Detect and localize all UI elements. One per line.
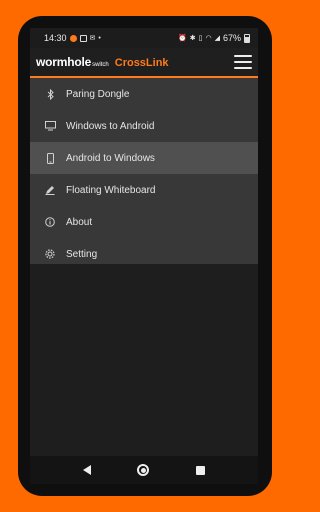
menu-item-label: Floating Whiteboard [66, 184, 156, 196]
logo-crosslink: CrossLink [114, 57, 169, 69]
menu-item-label: About [66, 216, 93, 228]
info-icon [44, 216, 56, 228]
recent-apps-icon[interactable] [195, 465, 205, 475]
bluetooth-status-icon: ✱ [189, 34, 196, 42]
app-bar: wormhole switch CrossLink [30, 48, 258, 78]
notification-app-icon [69, 34, 77, 42]
status-bar: 14:30 ✉ • ⏰ ✱ ▯ ◠ ◢ 67% [30, 28, 258, 48]
monitor-icon [44, 120, 56, 132]
home-icon[interactable] [137, 464, 150, 476]
navigation-drawer: Paring Dongle Windows to Android Android… [30, 78, 258, 278]
menu-item-paring-dongle[interactable]: Paring Dongle [30, 78, 258, 110]
vibrate-icon: ▯ [198, 34, 203, 42]
menu-item-label: Android to Windows [66, 152, 155, 164]
phone-icon [44, 152, 56, 164]
menu-item-about[interactable]: About [30, 206, 258, 238]
menu-item-windows-to-android[interactable]: Windows to Android [30, 110, 258, 142]
app-logo: wormhole switch CrossLink [36, 55, 169, 69]
battery-icon [244, 33, 250, 43]
alarm-icon: ⏰ [178, 34, 187, 42]
more-notifications-icon: • [98, 34, 101, 42]
menu-item-floating-whiteboard[interactable]: Floating Whiteboard [30, 174, 258, 206]
menu-item-android-to-windows[interactable]: Android to Windows [30, 142, 258, 174]
bluetooth-icon [44, 88, 56, 100]
battery-percent: 67% [222, 33, 241, 43]
hamburger-menu-icon[interactable] [234, 55, 252, 69]
gear-icon [44, 248, 56, 260]
menu-item-label: Setting [66, 248, 98, 260]
signal-icon: ◢ [214, 34, 220, 42]
menu-item-label: Windows to Android [66, 120, 155, 132]
image-notification-icon [79, 34, 87, 42]
mail-notification-icon: ✉ [89, 34, 96, 42]
back-icon[interactable] [83, 465, 92, 475]
phone-screen: 14:30 ✉ • ⏰ ✱ ▯ ◠ ◢ 67% wormhole switch … [30, 28, 258, 484]
logo-switch: switch [92, 62, 109, 68]
logo-wormhole: wormhole [36, 55, 92, 69]
pen-icon [44, 184, 56, 196]
wifi-icon: ◠ [205, 34, 212, 42]
status-time: 14:30 [44, 33, 67, 43]
menu-item-label: Paring Dongle [66, 88, 130, 100]
main-content-area [30, 264, 258, 456]
system-navigation-bar [30, 456, 258, 484]
